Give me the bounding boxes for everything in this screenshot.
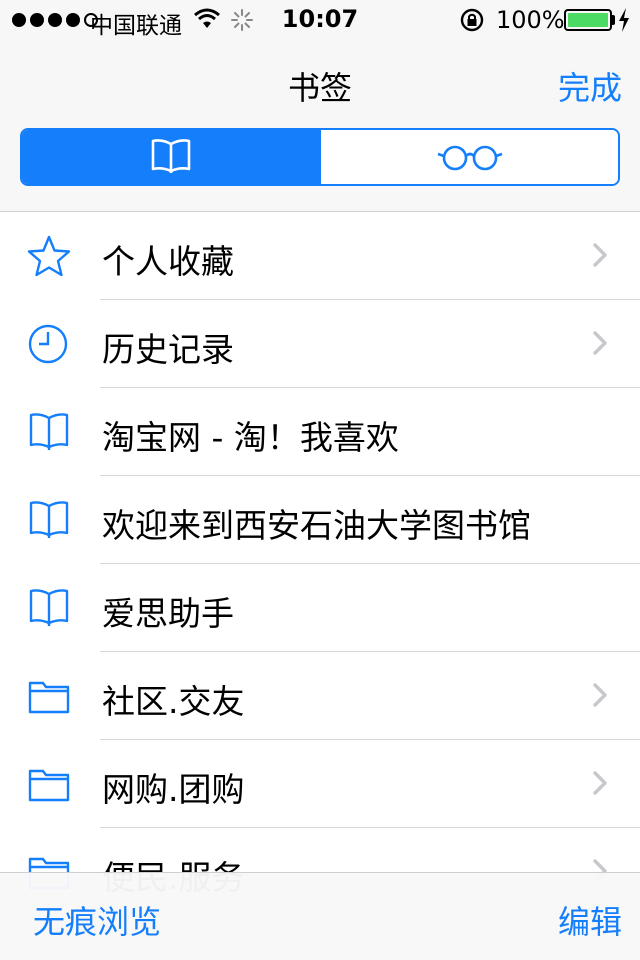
folder-icon <box>26 674 72 718</box>
clock-icon <box>26 322 72 366</box>
bookmarks-list: 个人收藏历史记录淘宝网 - 淘！我喜欢欢迎来到西安石油大学图书馆 爱思助手社区.交… <box>0 212 640 916</box>
bookmark-row[interactable]: 网购.团购 <box>0 740 640 828</box>
battery-percentage: 100% <box>496 6 565 34</box>
bottom-toolbar: 无痕浏览 编辑 <box>0 872 640 960</box>
done-button[interactable]: 完成 <box>558 63 622 109</box>
bookmarks-segment[interactable] <box>22 130 319 184</box>
bookmark-row[interactable]: 淘宝网 - 淘！我喜欢 <box>0 388 640 476</box>
reading-list-segment[interactable] <box>319 130 618 184</box>
battery-icon <box>564 9 612 31</box>
folder-icon <box>26 762 72 806</box>
bookmark-label: 个人收藏 <box>102 242 234 281</box>
page-title: 书签 <box>287 69 352 107</box>
star-icon <box>26 234 72 278</box>
private-browsing-button[interactable]: 无痕浏览 <box>33 897 161 943</box>
bookmark-label: 历史记录 <box>102 330 234 369</box>
bookmark-row[interactable]: 历史记录 <box>0 300 640 388</box>
bookmarks-segmented-control <box>20 128 620 186</box>
glasses-icon <box>437 145 502 171</box>
bookmark-row[interactable]: 欢迎来到西安石油大学图书馆 <box>0 476 640 564</box>
charging-bolt-icon <box>619 8 629 32</box>
book-icon <box>26 586 72 630</box>
status-bar: 中国联通 10:07 100% <box>0 0 640 40</box>
bookmark-label: 爱思助手 <box>102 594 234 633</box>
bookmark-label: 社区.交友 <box>102 682 245 721</box>
bookmark-row[interactable]: 个人收藏 <box>0 212 640 300</box>
rotation-lock-icon <box>460 8 484 32</box>
book-icon <box>26 410 72 454</box>
bookmark-row[interactable]: 爱思助手 <box>0 564 640 652</box>
bookmark-label: 淘宝网 - 淘！我喜欢 <box>102 418 399 457</box>
chevron-right-icon <box>592 330 608 360</box>
bookmark-label: 欢迎来到西安石油大学图书馆 <box>102 506 531 545</box>
chevron-right-icon <box>592 682 608 712</box>
bookmark-row[interactable]: 社区.交友 <box>0 652 640 740</box>
chevron-right-icon <box>592 770 608 800</box>
top-chrome: 中国联通 10:07 100% 书签 完成 <box>0 0 640 212</box>
edit-button[interactable]: 编辑 <box>558 897 622 943</box>
book-icon <box>26 498 72 542</box>
bookmark-label: 网购.团购 <box>102 770 245 809</box>
book-icon <box>151 139 190 173</box>
chevron-right-icon <box>592 242 608 272</box>
